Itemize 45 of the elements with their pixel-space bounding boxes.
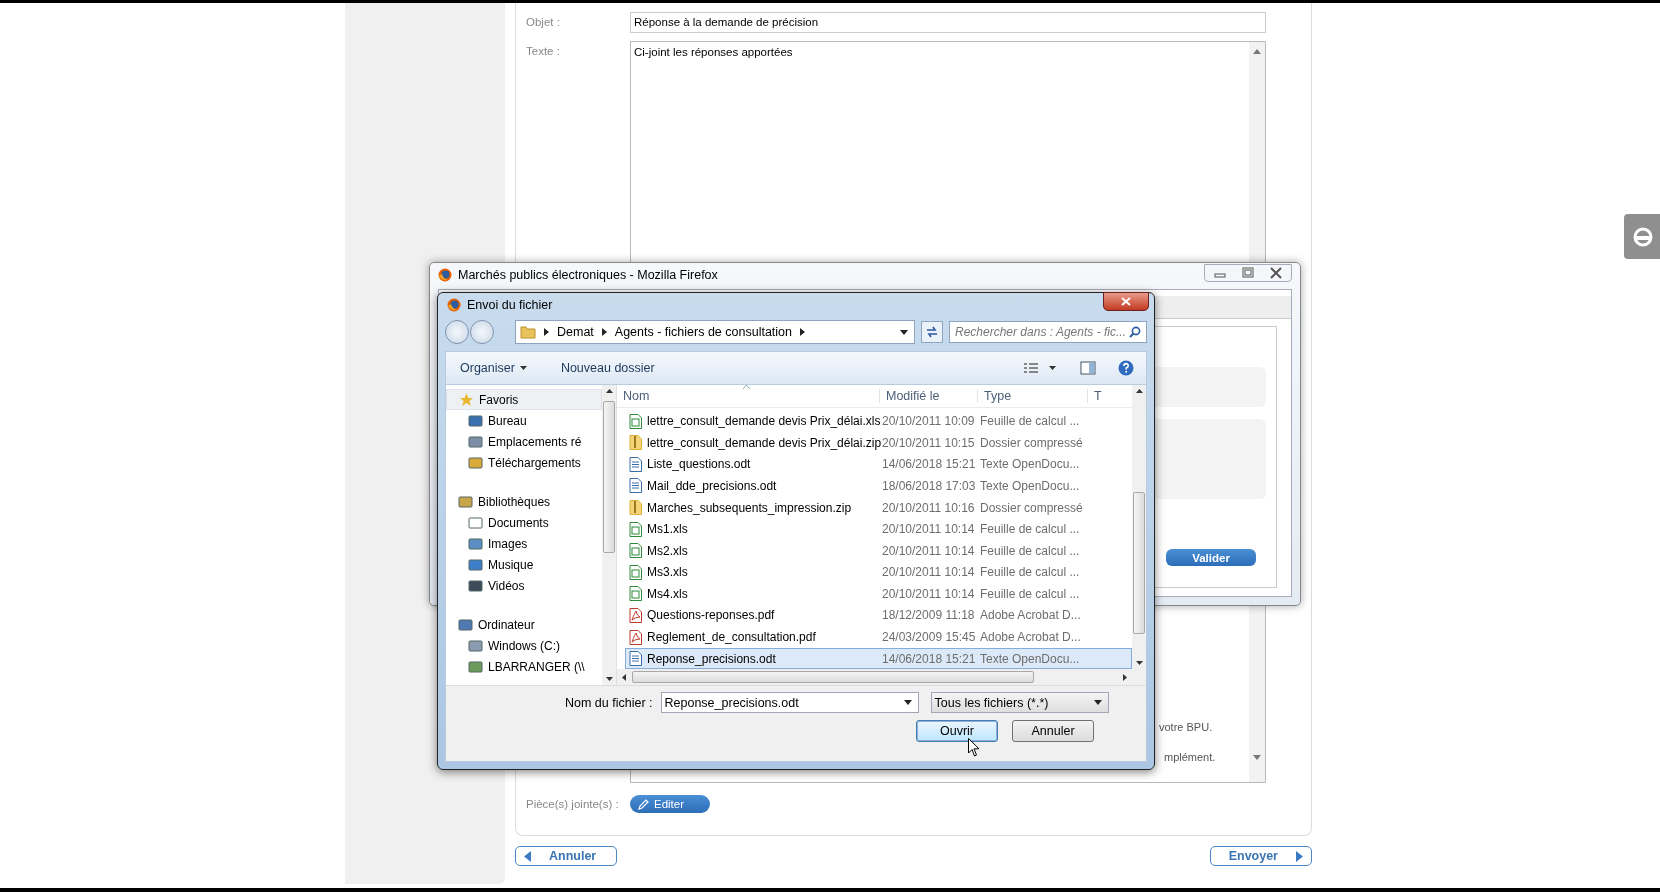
file-name: Liste_questions.odt: [626, 456, 880, 472]
file-name: Ms3.xls: [626, 564, 880, 580]
file-date: 20/10/2011 10:14: [881, 586, 976, 601]
file-type: Feuille de calcul ...: [979, 565, 1081, 580]
file-date: 20/10/2011 10:14: [881, 565, 976, 580]
file-type: Adobe Acrobat D...: [979, 630, 1082, 645]
text-fragment: mplément.: [1164, 751, 1216, 763]
file-name: Marches_subsequents_impression.zip: [626, 500, 880, 516]
file-date: 24/03/2009 15:45: [881, 630, 977, 645]
file-date: 14/06/2018 15:21: [881, 457, 977, 472]
file-date: 20/10/2011 10:14: [881, 522, 976, 537]
file-name: Ms2.xls: [626, 543, 880, 559]
field-label: Nom du fichier :: [565, 695, 653, 710]
dialog-title: Envoi du fichier: [467, 298, 553, 312]
file-name: Mail_dde_precisions.odt: [626, 478, 880, 494]
window-title: Marchés publics électroniques - Mozilla Firefox: [458, 268, 718, 282]
file-type: Dossier compressé: [979, 500, 1084, 515]
field-label: Texte :: [526, 44, 561, 57]
file-type: Feuille de calcul ...: [979, 522, 1081, 537]
file-name: Reglement_de_consultation.pdf: [626, 629, 880, 645]
file-date: 20/10/2011 10:16: [881, 500, 976, 515]
file-name: lettre_consult_demande devis Prix_délai.xls: [626, 413, 880, 429]
file-type: Texte OpenDocu...: [979, 479, 1081, 493]
file-date: 20/10/2011 10:15: [881, 435, 976, 450]
text-fragment: votre BPU.: [1159, 721, 1213, 733]
file-date: 18/06/2018 17:03: [881, 479, 977, 493]
file-date: 20/10/2011 10:09: [881, 414, 976, 429]
file-name: Ms4.xls: [626, 586, 880, 602]
file-type: Feuille de calcul ...: [979, 543, 1081, 558]
file-name: Questions-reponses.pdf: [626, 607, 880, 623]
file-name: Reponse_precisions.odt: [626, 651, 880, 667]
text-value: Ci-joint les réponses apportées: [634, 46, 793, 58]
file-type: Dossier compressé: [979, 435, 1084, 450]
file-date: 18/12/2009 11:18: [881, 608, 976, 623]
file-name: Ms1.xls: [626, 521, 880, 537]
field-label: Pièce(s) jointe(s) :: [526, 798, 620, 810]
file-type: Feuille de calcul ...: [979, 586, 1081, 601]
file-date: 14/06/2018 15:21: [881, 651, 977, 666]
field-label: Objet :: [526, 15, 561, 28]
file-type: Adobe Acrobat D...: [979, 608, 1082, 623]
file-type: Texte OpenDocu...: [979, 651, 1081, 666]
file-type: Texte OpenDocu...: [979, 457, 1081, 472]
file-date: 20/10/2011 10:14: [881, 543, 976, 558]
file-type: Feuille de calcul ...: [979, 414, 1081, 429]
file-name: lettre_consult_demande devis Prix_délai.zip: [626, 435, 880, 451]
